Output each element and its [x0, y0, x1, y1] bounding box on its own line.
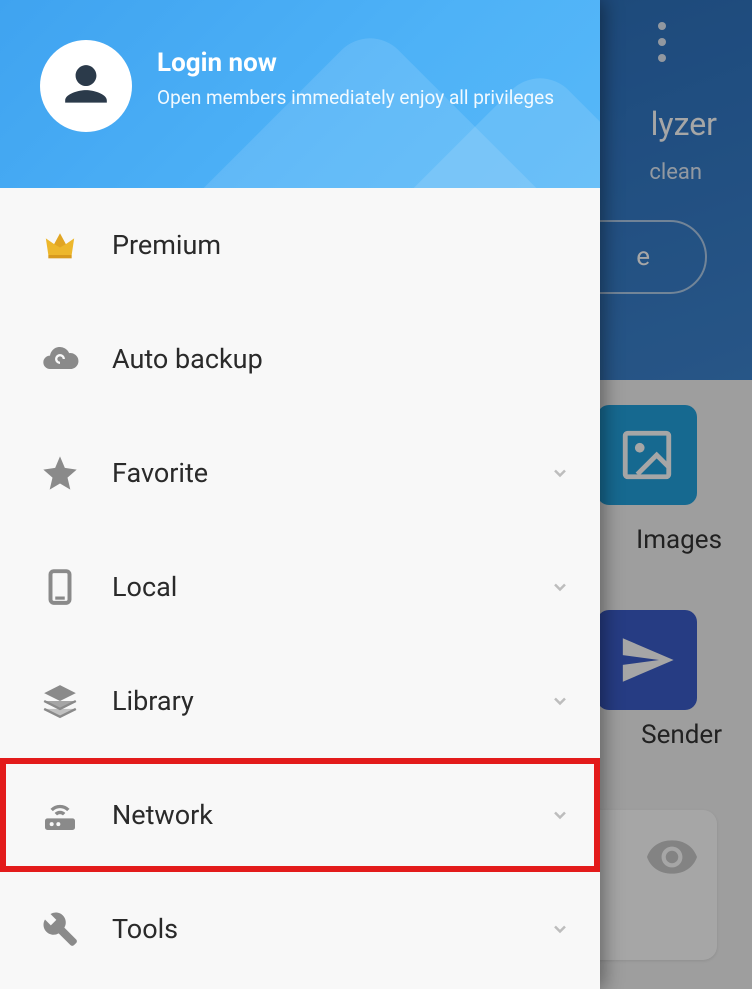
chevron-down-icon — [548, 917, 572, 941]
drawer-header[interactable]: Login now Open members immediately enjoy… — [0, 0, 600, 188]
chevron-down-icon — [548, 461, 572, 485]
wrench-icon — [38, 907, 82, 951]
avatar[interactable] — [40, 40, 132, 132]
menu-item-network[interactable]: Network — [0, 758, 600, 872]
menu-label: Premium — [112, 229, 572, 261]
crown-icon — [38, 223, 82, 267]
drawer-menu: Premium Auto backup Favorite — [0, 188, 600, 989]
phone-icon — [38, 565, 82, 609]
menu-item-tools[interactable]: Tools — [0, 872, 600, 986]
login-title: Login now — [157, 48, 554, 78]
chevron-down-icon — [548, 689, 572, 713]
menu-item-auto-backup[interactable]: Auto backup — [0, 302, 600, 416]
layers-icon — [38, 679, 82, 723]
navigation-drawer: Login now Open members immediately enjoy… — [0, 0, 600, 989]
login-subtitle: Open members immediately enjoy all privi… — [157, 86, 554, 111]
menu-label: Library — [112, 685, 548, 717]
menu-item-library[interactable]: Library — [0, 644, 600, 758]
login-block[interactable]: Login now Open members immediately enjoy… — [157, 40, 554, 111]
cloud-icon — [38, 337, 82, 381]
chevron-down-icon — [548, 575, 572, 599]
user-icon — [61, 61, 111, 111]
menu-label: Auto backup — [112, 343, 572, 375]
menu-item-favorite[interactable]: Favorite — [0, 416, 600, 530]
menu-item-local[interactable]: Local — [0, 530, 600, 644]
menu-label: Local — [112, 571, 548, 603]
menu-item-premium[interactable]: Premium — [0, 188, 600, 302]
menu-label: Network — [112, 799, 548, 831]
menu-label: Favorite — [112, 457, 548, 489]
star-icon — [38, 451, 82, 495]
menu-label: Tools — [112, 913, 548, 945]
chevron-down-icon — [548, 803, 572, 827]
router-icon — [38, 793, 82, 837]
